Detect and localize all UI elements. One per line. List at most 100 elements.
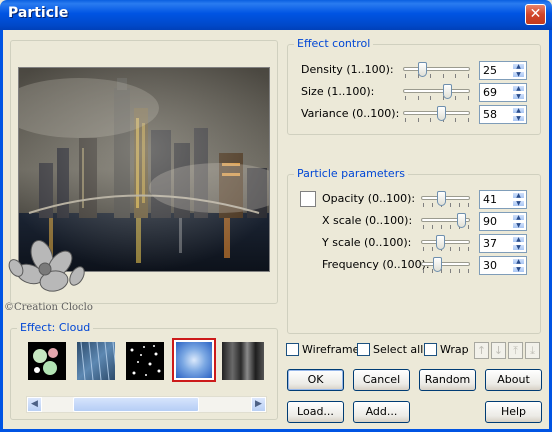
spinner-buttons[interactable]: ▲ ▼ bbox=[512, 192, 525, 207]
effect-density-slider-track[interactable] bbox=[403, 67, 470, 71]
close-button[interactable]: ✕ bbox=[525, 4, 546, 25]
help-button[interactable]: Help bbox=[485, 401, 542, 423]
spin-up-icon[interactable]: ▲ bbox=[512, 107, 525, 114]
effect-thumb-bubbles[interactable] bbox=[28, 342, 66, 380]
particle-opacity-value: 41 bbox=[483, 193, 497, 206]
slider-tick bbox=[417, 96, 419, 100]
spin-down-icon[interactable]: ▼ bbox=[512, 71, 525, 78]
particle-x-slider-thumb[interactable] bbox=[457, 213, 466, 228]
spinner-buttons[interactable]: ▲ ▼ bbox=[512, 85, 525, 100]
title-bar: Particle ✕ bbox=[0, 0, 552, 30]
effect-size-slider-thumb[interactable] bbox=[443, 84, 453, 99]
particle-frequency-slider-track[interactable] bbox=[421, 262, 470, 266]
effect-variance-value: 58 bbox=[483, 108, 497, 121]
slider-tick bbox=[468, 269, 469, 273]
slider-tick bbox=[459, 247, 460, 251]
slider-tick bbox=[450, 269, 451, 273]
spin-down-icon[interactable]: ▼ bbox=[512, 200, 525, 207]
particle-opacity-slider-thumb[interactable] bbox=[437, 191, 447, 206]
effect-variance-slider-thumb[interactable] bbox=[436, 106, 446, 121]
spin-up-icon[interactable]: ▲ bbox=[512, 63, 525, 70]
effect-size-slider-track[interactable] bbox=[403, 89, 470, 93]
move-top-icon[interactable]: ⤒ bbox=[508, 342, 523, 359]
scroll-left-icon[interactable]: ◀ bbox=[27, 397, 42, 412]
effect-thumb-stars[interactable] bbox=[126, 342, 164, 380]
scroll-thumb[interactable] bbox=[73, 397, 199, 412]
slider-tick bbox=[459, 269, 460, 273]
spin-up-icon[interactable]: ▲ bbox=[512, 258, 525, 265]
rain-thumbnail-icon bbox=[80, 342, 115, 380]
spin-down-icon[interactable]: ▼ bbox=[512, 93, 525, 100]
slider-tick bbox=[430, 118, 432, 122]
slider-tick bbox=[423, 269, 424, 273]
slider-tick bbox=[450, 203, 451, 207]
effect-size-label: Size (1..100): bbox=[301, 85, 375, 98]
spinner-buttons[interactable]: ▲ ▼ bbox=[512, 258, 525, 273]
effect-variance-label: Variance (0..100): bbox=[301, 107, 400, 120]
slider-tick bbox=[468, 247, 469, 251]
move-bottom-icon[interactable]: ⤓ bbox=[525, 342, 540, 359]
flower-watermark bbox=[8, 240, 85, 292]
spin-down-icon[interactable]: ▼ bbox=[512, 266, 525, 273]
about-button[interactable]: About bbox=[485, 369, 542, 391]
watermark-text: ©Creation Cloclo bbox=[4, 302, 93, 313]
effect-density-slider-thumb[interactable] bbox=[417, 62, 427, 77]
slider-tick bbox=[450, 225, 451, 229]
spin-down-icon[interactable]: ▼ bbox=[512, 244, 525, 251]
particle-y-slider-track[interactable] bbox=[421, 240, 470, 244]
add-button[interactable]: Add... bbox=[353, 401, 410, 423]
window-title: Particle bbox=[8, 5, 69, 21]
spin-up-icon[interactable]: ▲ bbox=[512, 85, 525, 92]
ok-button[interactable]: OK bbox=[287, 369, 344, 391]
select-all-checkbox[interactable] bbox=[357, 343, 370, 356]
scroll-right-icon[interactable]: ▶ bbox=[251, 397, 266, 412]
effect-size-spinner[interactable]: 69 ▲ ▼ bbox=[479, 83, 527, 102]
effect-variance-spinner[interactable]: 58 ▲ ▼ bbox=[479, 105, 527, 124]
load-button[interactable]: Load... bbox=[287, 401, 344, 423]
slider-tick bbox=[430, 74, 432, 78]
spin-up-icon[interactable]: ▲ bbox=[512, 236, 525, 243]
slider-tick bbox=[441, 225, 442, 229]
slider-tick bbox=[405, 118, 406, 122]
particle-frequency-label: Frequency (0..100): bbox=[322, 258, 430, 271]
random-button[interactable]: Random bbox=[419, 369, 476, 391]
slider-tick bbox=[468, 118, 469, 122]
slider-tick bbox=[468, 96, 469, 100]
cancel-button[interactable]: Cancel bbox=[353, 369, 410, 391]
slider-tick bbox=[405, 96, 406, 100]
effect-control-legend: Effect control bbox=[294, 37, 374, 50]
particle-x-spinner[interactable]: 90 ▲ ▼ bbox=[479, 212, 527, 231]
effect-thumb-rain[interactable] bbox=[77, 342, 115, 380]
wrap-label: Wrap bbox=[440, 343, 469, 356]
spin-down-icon[interactable]: ▼ bbox=[512, 115, 525, 122]
spin-down-icon[interactable]: ▼ bbox=[512, 222, 525, 229]
spinner-buttons[interactable]: ▲ ▼ bbox=[512, 236, 525, 251]
particle-parameters-legend: Particle parameters bbox=[294, 167, 408, 180]
slider-tick bbox=[423, 225, 424, 229]
effect-thumb-cloud[interactable] bbox=[172, 338, 216, 382]
wrap-checkbox[interactable] bbox=[424, 343, 437, 356]
bubbles-thumbnail-icon bbox=[33, 348, 58, 375]
particle-y-slider-thumb[interactable] bbox=[435, 235, 445, 250]
spin-up-icon[interactable]: ▲ bbox=[512, 214, 525, 221]
spinner-buttons[interactable]: ▲ ▼ bbox=[512, 107, 525, 122]
slider-tick bbox=[423, 203, 424, 207]
particle-opacity-spinner[interactable]: 41 ▲ ▼ bbox=[479, 190, 527, 209]
effect-scrollbar[interactable]: ◀ ▶ bbox=[26, 396, 267, 413]
opacity-enable-checkbox[interactable] bbox=[300, 191, 316, 207]
slider-tick bbox=[459, 203, 460, 207]
particle-frequency-spinner[interactable]: 30 ▲ ▼ bbox=[479, 256, 527, 275]
spinner-buttons[interactable]: ▲ ▼ bbox=[512, 63, 525, 78]
particle-y-spinner[interactable]: 37 ▲ ▼ bbox=[479, 234, 527, 253]
spin-up-icon[interactable]: ▲ bbox=[512, 192, 525, 199]
particle-opacity-label: Opacity (0..100): bbox=[322, 192, 416, 205]
slider-tick bbox=[442, 74, 444, 78]
wireframe-checkbox[interactable] bbox=[286, 343, 299, 356]
slider-tick bbox=[455, 74, 457, 78]
move-up-icon[interactable]: ↑ bbox=[474, 342, 489, 359]
spinner-buttons[interactable]: ▲ ▼ bbox=[512, 214, 525, 229]
effect-density-spinner[interactable]: 25 ▲ ▼ bbox=[479, 61, 527, 80]
move-down-icon[interactable]: ↓ bbox=[491, 342, 506, 359]
effect-thumb-smoke[interactable] bbox=[222, 342, 264, 380]
particle-frequency-slider-thumb[interactable] bbox=[433, 257, 442, 272]
